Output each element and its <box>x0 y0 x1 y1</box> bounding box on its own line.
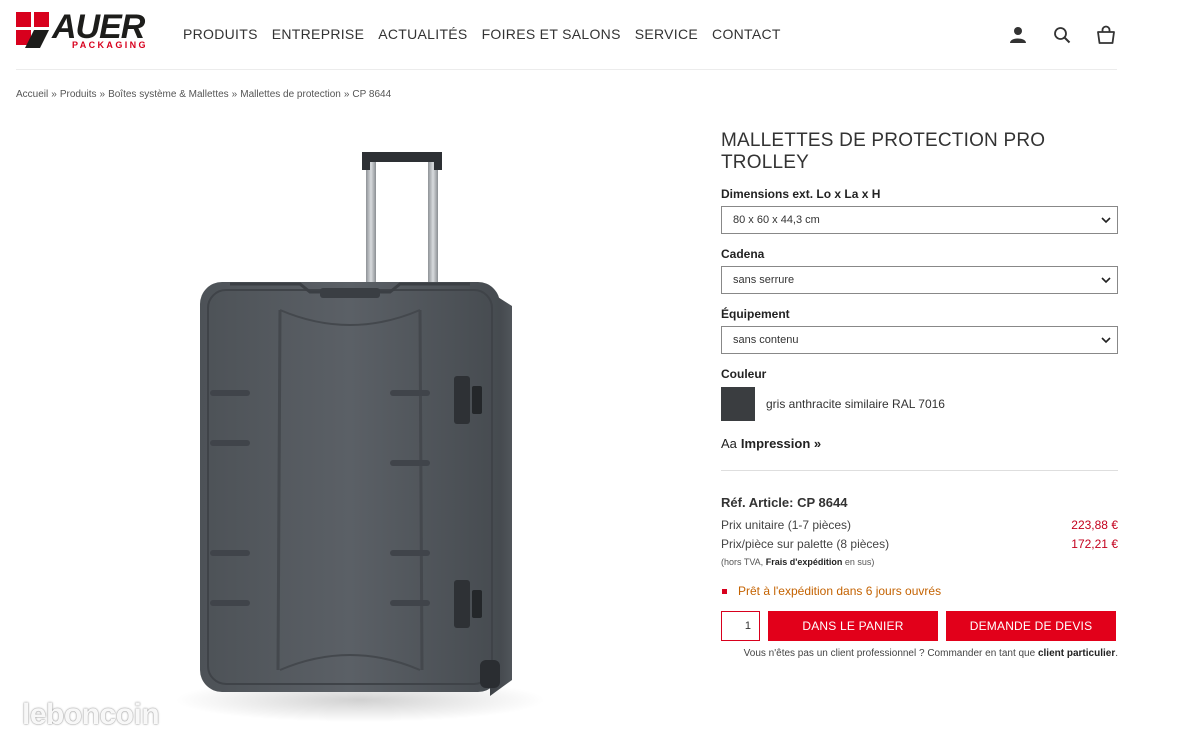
request-quote-button[interactable]: DEMANDE DE DEVIS <box>946 611 1116 641</box>
cart-icon[interactable] <box>1096 24 1116 46</box>
impression-icon: Aa <box>721 436 737 451</box>
price-label: Prix unitaire (1-7 pièces) <box>721 518 852 532</box>
article-reference: Réf. Article: CP 8644 <box>721 495 848 510</box>
breadcrumb-separator: » <box>343 89 350 100</box>
nav-item-produits[interactable]: PRODUITS <box>183 26 258 42</box>
add-to-cart-button[interactable]: DANS LE PANIER <box>768 611 938 641</box>
dimensions-value: 80 x 60 x 44,3 cm <box>733 214 820 226</box>
product-details: MALLETTES DE PROTECTION PRO TROLLEY Dime… <box>721 130 1118 659</box>
breadcrumb-separator: » <box>99 89 106 100</box>
breadcrumb-current: CP 8644 <box>352 89 392 100</box>
breadcrumb-accueil[interactable]: Accueil <box>16 89 48 100</box>
private-customer-link[interactable]: client particulier <box>1038 648 1115 659</box>
note-suffix: . <box>1115 648 1118 659</box>
dimensions-select[interactable]: 80 x 60 x 44,3 cm <box>721 206 1118 234</box>
header-actions <box>1008 24 1116 46</box>
price-row-pallet: Prix/pièce sur palette (8 pièces) 172,21… <box>721 537 1118 551</box>
equipement-value: sans contenu <box>733 334 799 346</box>
price-value: 223,88 € <box>1071 518 1118 532</box>
tax-suffix: en sus) <box>844 557 875 567</box>
colour-option[interactable]: gris anthracite similaire RAL 7016 <box>721 387 1118 421</box>
colour-label: Couleur <box>721 367 767 381</box>
note-prefix: Vous n'êtes pas un client professionnel … <box>743 648 1036 659</box>
quantity-input[interactable]: 1 <box>721 611 760 641</box>
price-row-unit: Prix unitaire (1-7 pièces) 223,88 € <box>721 518 1118 532</box>
nav-item-entreprise[interactable]: ENTREPRISE <box>272 26 364 42</box>
tax-note: (hors TVA, Frais d'expédition en sus) <box>721 557 1118 567</box>
product-title: MALLETTES DE PROTECTION PRO TROLLEY <box>721 130 1046 173</box>
availability-text: Prêt à l'expédition dans 6 jours ouvrés <box>738 584 942 598</box>
colour-name: gris anthracite similaire RAL 7016 <box>766 397 945 411</box>
chevron-down-icon <box>1101 217 1111 224</box>
nav-item-actualites[interactable]: ACTUALITÉS <box>378 26 467 42</box>
equipement-select[interactable]: sans contenu <box>721 326 1118 354</box>
leboncoin-watermark: leboncoin <box>22 698 160 731</box>
breadcrumb-produits[interactable]: Produits <box>60 89 97 100</box>
availability-status: Prêt à l'expédition dans 6 jours ouvrés <box>721 584 1118 598</box>
private-customer-note: Vous n'êtes pas un client professionnel … <box>721 648 1118 659</box>
breadcrumb-separator: » <box>231 89 238 100</box>
search-icon[interactable] <box>1052 24 1072 46</box>
price-label: Prix/pièce sur palette (8 pièces) <box>721 537 890 551</box>
auer-logo[interactable]: AUER PACKAGING <box>16 8 160 52</box>
equipement-label: Équipement <box>721 307 790 321</box>
breadcrumb-separator: » <box>51 89 57 100</box>
main-nav: PRODUITS ENTREPRISE ACTUALITÉS FOIRES ET… <box>183 26 781 42</box>
user-icon[interactable] <box>1008 24 1028 46</box>
site-header: AUER PACKAGING PRODUITS ENTREPRISE ACTUA… <box>0 0 1200 70</box>
colour-swatch[interactable] <box>721 387 755 421</box>
impression-link[interactable]: Aa Impression » <box>721 436 1118 451</box>
nav-item-foires-et-salons[interactable]: FOIRES ET SALONS <box>482 26 621 42</box>
cadena-value: sans serrure <box>733 274 795 286</box>
dimensions-label: Dimensions ext. Lo x La x H <box>721 187 881 201</box>
cadena-select[interactable]: sans serrure <box>721 266 1118 294</box>
price-value: 172,21 € <box>1071 537 1118 551</box>
impression-label: Impression » <box>740 436 822 451</box>
tax-prefix: (hors TVA, <box>721 557 764 567</box>
chevron-down-icon <box>1101 277 1111 284</box>
logo-tagline: PACKAGING <box>72 40 148 50</box>
section-divider <box>721 470 1118 471</box>
breadcrumb-boites-systeme[interactable]: Boîtes système & Mallettes <box>108 89 229 100</box>
status-bullet-icon <box>722 588 727 594</box>
logo-mark-icon <box>16 12 49 48</box>
breadcrumb-mallettes-protection[interactable]: Mallettes de protection <box>240 89 341 100</box>
product-image[interactable] <box>150 140 570 748</box>
nav-item-service[interactable]: SERVICE <box>635 26 698 42</box>
nav-item-contact[interactable]: CONTACT <box>712 26 781 42</box>
cadena-label: Cadena <box>721 247 765 261</box>
purchase-actions: 1 DANS LE PANIER DEMANDE DE DEVIS <box>721 611 1118 641</box>
header-divider <box>16 69 1117 70</box>
shipping-costs-link[interactable]: Frais d'expédition <box>766 557 843 567</box>
chevron-down-icon <box>1101 337 1111 344</box>
breadcrumb: Accueil» Produits» Boîtes système & Mallet… <box>16 89 391 100</box>
